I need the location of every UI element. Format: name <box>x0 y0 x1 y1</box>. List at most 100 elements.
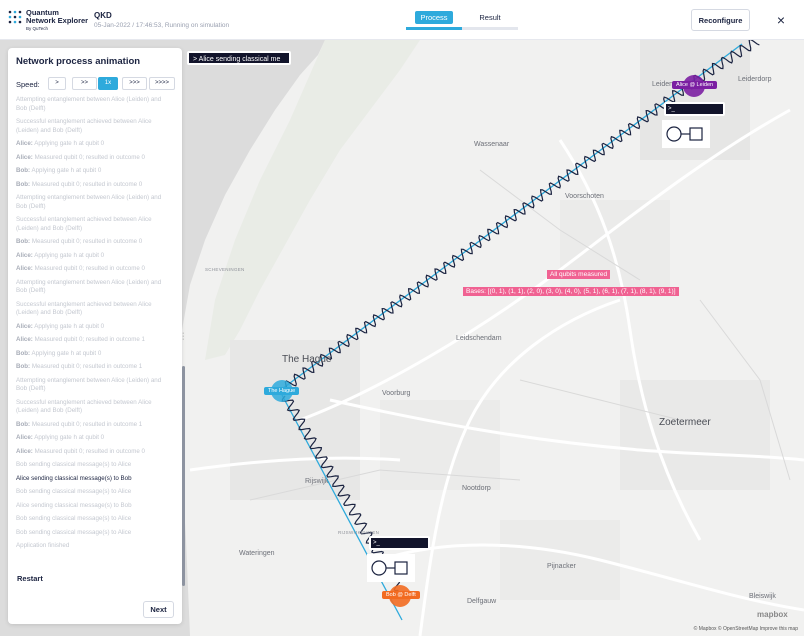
log-entry-actor: Alice: <box>16 265 33 272</box>
panel-title: Network process animation <box>16 56 141 67</box>
log-entry-text: Attempting entanglement between Alice (L… <box>16 194 162 210</box>
log-entry-actor: Alice: <box>16 322 33 330</box>
log-entry-text: Measured qubit 0; resulted in outcome 1 <box>30 363 143 370</box>
bob-console: >_ <box>369 536 430 550</box>
speed-option-slow[interactable]: >> <box>72 77 97 90</box>
log-entry: Alice: Measured qubit 0; resulted in out… <box>16 265 171 274</box>
log-entry-actor: Bob: <box>16 167 31 174</box>
logo-icon <box>8 10 22 24</box>
log-entry: Alice: Measured qubit 0; resulted in out… <box>16 448 171 457</box>
log-entry-text: Measured qubit 0; resulted in outcome 0 <box>32 265 145 272</box>
log-entry-text: Measured qubit 0; resulted in outcome 0 <box>30 180 143 188</box>
log-entry-text: Alice sending classical message(s) to Bo… <box>16 474 132 482</box>
log-entry-text: Measured qubit 0; resulted in outcome 0 <box>30 238 143 245</box>
log-entry: Bob: Applying gate h at qubit 0 <box>16 167 171 176</box>
log-entry-actor: Alice: <box>16 153 33 161</box>
log-entry-text: Bob sending classical message(s) to Alic… <box>16 515 132 522</box>
tab-result[interactable]: Result <box>474 11 506 24</box>
log-entry: Successful entanglement achieved between… <box>16 399 171 416</box>
log-entry-text: Successful entanglement achieved between… <box>16 118 152 134</box>
log-entry-actor: Alice: <box>16 251 33 259</box>
log-entry-text: Application finished <box>16 542 70 549</box>
log-entry: Bob: Measured qubit 0; resulted in outco… <box>16 181 171 190</box>
log-entry-actor: Bob: <box>16 420 31 428</box>
log-entry: Alice: Measured qubit 0; resulted in out… <box>16 336 171 345</box>
map-label-rijswijkbuiten: RIJSWIJKBUITEN <box>338 530 380 535</box>
map-label-wassenaar: Wassenaar <box>474 141 510 148</box>
log-entry-text: Attempting entanglement between Alice (L… <box>16 376 162 393</box>
log-entry-text: Applying gate h at qubit 0 <box>32 140 105 147</box>
map-label-delfgauw: Delfgauw <box>467 598 497 605</box>
speed-option-fast[interactable]: >>> <box>122 77 147 90</box>
log-entry: Successful entanglement achieved between… <box>16 301 171 318</box>
reconfigure-button[interactable]: Reconfigure <box>691 9 750 31</box>
top-bar: Quantum Network Explorer By QuTech QKD 0… <box>0 0 804 40</box>
log-entry-text: Successful entanglement achieved between… <box>16 216 152 232</box>
log-entry-text: Alice sending classical message(s) to Bo… <box>16 501 132 509</box>
log-entry-actor: Bob: <box>16 180 31 188</box>
hague-node-label: The Hague <box>264 387 300 395</box>
qubit-circuit-icon <box>371 560 408 576</box>
log-entry: Bob sending classical message(s) to Alic… <box>16 515 171 524</box>
log-entry-text: Applying gate h at qubit 0 <box>32 434 105 441</box>
panel-resize-handle[interactable]: · · · <box>182 330 188 343</box>
log-entry-text: Successful entanglement achieved between… <box>16 398 152 415</box>
log-entry: Successful entanglement achieved between… <box>16 216 171 233</box>
log-entry: Bob: Measured qubit 0; resulted in outco… <box>16 363 171 372</box>
speed-option-slowest[interactable]: > <box>48 77 66 90</box>
log-entry-text: Attempting entanglement between Alice (L… <box>16 96 162 112</box>
tab-indicator <box>406 27 518 30</box>
map-label-leiden: Leiden <box>652 81 674 88</box>
log-entry-text: Applying gate h at qubit 0 <box>30 349 102 357</box>
log-entry-text: Successful entanglement achieved between… <box>16 300 152 317</box>
log-entry-actor: Alice: <box>16 140 33 147</box>
app-logo[interactable]: Quantum Network Explorer By QuTech <box>8 8 90 32</box>
map-label-nootdorp: Nootdorp <box>462 485 491 492</box>
log-entry: Alice: Measured qubit 0; resulted in out… <box>16 154 171 163</box>
close-icon[interactable]: × <box>772 11 790 29</box>
log-entry: Attempting entanglement between Alice (L… <box>16 194 171 211</box>
process-log[interactable]: Attempting entanglement between Alice (L… <box>16 96 173 591</box>
map-label-voorburg: Voorburg <box>382 390 411 397</box>
mapbox-logo[interactable]: mapbox <box>757 610 788 619</box>
log-entry: Bob sending classical message(s) to Alic… <box>16 461 171 470</box>
log-entry: Alice: Applying gate h at qubit 0 <box>16 252 171 261</box>
map-label-bleiswijk: Bleiswijk <box>749 593 776 600</box>
log-entry-actor: Alice: <box>16 434 33 441</box>
logo-text-line2: Network Explorer <box>26 16 89 25</box>
log-entry: Bob sending classical message(s) to Alic… <box>16 529 171 538</box>
log-entry-text: Applying gate h at qubit 0 <box>32 251 105 259</box>
map-attribution[interactable]: © Mapbox © OpenStreetMap Improve this ma… <box>694 626 798 632</box>
map-label-leiderdorp: Leiderdorp <box>738 76 772 83</box>
log-entry: Bob: Applying gate h at qubit 0 <box>16 350 171 359</box>
map-label-zoetermeer: Zoetermeer <box>659 417 711 428</box>
map-label-wateringen: Wateringen <box>239 550 275 557</box>
tab-indicator-fill <box>406 27 462 30</box>
map-label-leidschendam: Leidschendam <box>456 335 502 342</box>
log-scrollbar[interactable] <box>182 366 185 586</box>
map-label-scheveningen: SCHEVENINGEN <box>205 267 245 272</box>
log-entry: Application finished <box>16 542 171 551</box>
log-entry-text: Measured qubit 0; resulted in outcome 0 <box>32 153 145 161</box>
log-entry: Bob: Measured qubit 0; resulted in outco… <box>16 421 171 430</box>
speed-option-1x[interactable]: 1x <box>98 77 118 90</box>
log-entry: Attempting entanglement between Alice (L… <box>16 279 171 296</box>
speed-label: Speed: <box>16 80 40 89</box>
log-entry: Attempting entanglement between Alice (L… <box>16 96 171 113</box>
alice-qubit-card <box>662 120 710 148</box>
speed-option-fastest[interactable]: >>>> <box>149 77 175 90</box>
tab-process[interactable]: Process <box>415 11 453 24</box>
map-label-voorschoten: Voorschoten <box>565 193 604 200</box>
log-entry-text: Measured qubit 0; resulted in outcome 1 <box>32 336 145 343</box>
log-entry: Alice: Applying gate h at qubit 0 <box>16 323 171 332</box>
experiment-title: QKD <box>94 11 112 20</box>
log-entry-actor: Bob: <box>16 349 31 357</box>
restart-button[interactable]: Restart <box>17 574 43 583</box>
qubit-circuit-icon <box>666 126 703 142</box>
next-button[interactable]: Next <box>143 601 174 618</box>
map-label-the-hague: The Hague <box>282 354 332 365</box>
log-entry-text: Applying gate h at qubit 0 <box>32 322 105 330</box>
log-entry-text: Bob sending classical message(s) to Alic… <box>16 488 132 495</box>
log-entry-text: Attempting entanglement between Alice (L… <box>16 278 162 295</box>
logo-text-line3: By QuTech <box>26 26 49 31</box>
